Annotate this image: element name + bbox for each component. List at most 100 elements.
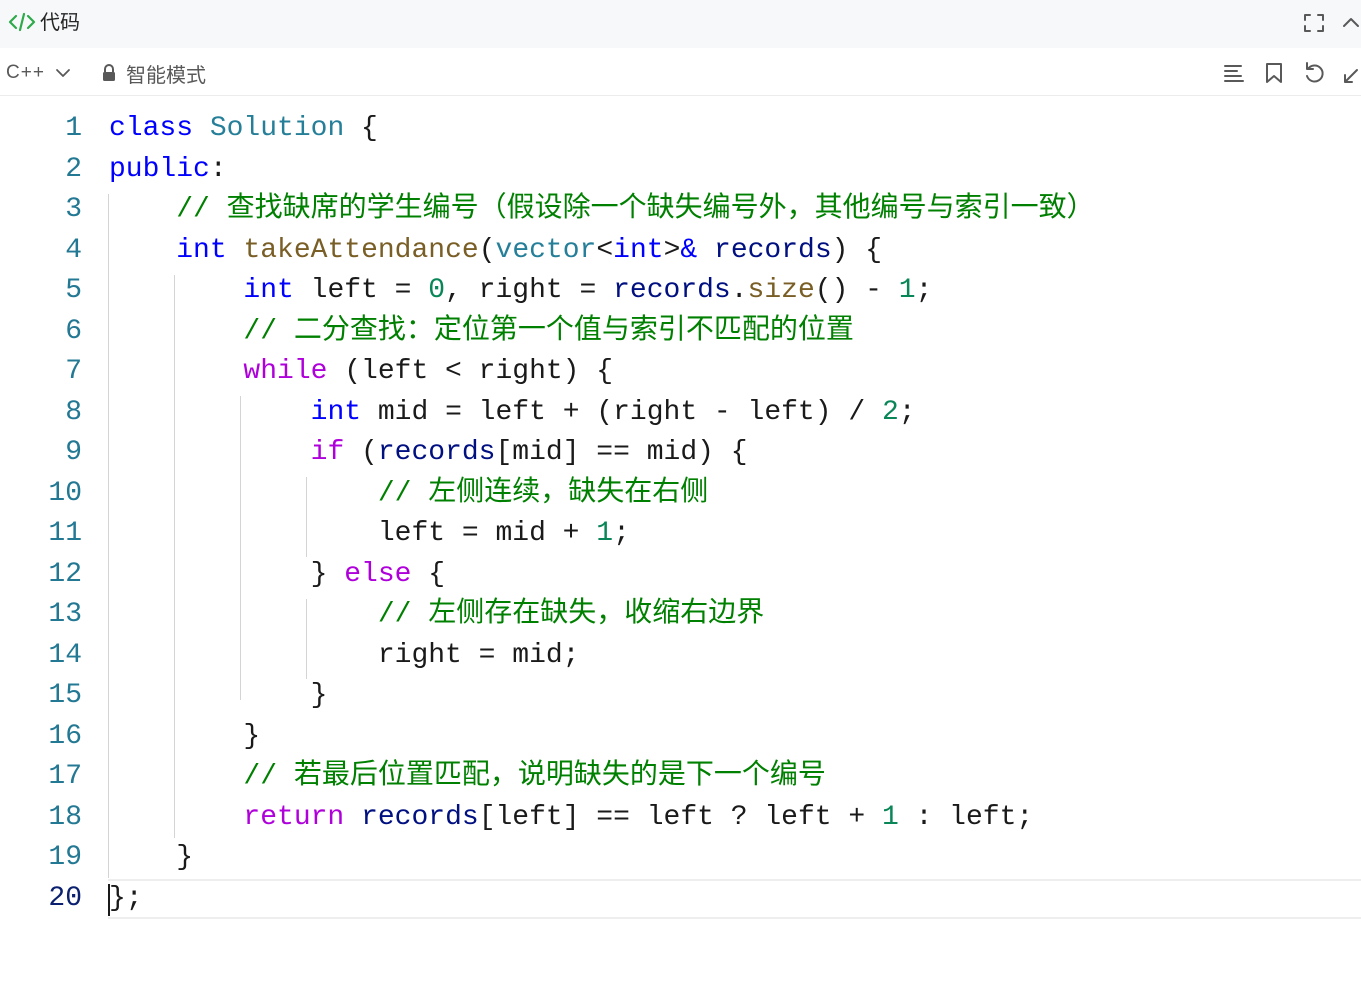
code-token: , right = — [445, 275, 614, 306]
line-code: } else { — [109, 555, 445, 595]
line-number: 11 — [48, 518, 82, 549]
code-token: ; — [898, 396, 916, 428]
code-line[interactable]: 7 while (left < right) { — [0, 352, 1361, 392]
code-token: left = — [293, 275, 429, 306]
code-token: (left < right) { — [327, 356, 614, 387]
code-token: ; — [613, 518, 630, 549]
editor-toolbar: C++ 智能模式 — [0, 48, 1361, 96]
code-line[interactable]: 1 class Solution { — [0, 109, 1361, 149]
code-token: { — [411, 558, 446, 590]
line-code: // 左侧存在缺失，收缩右边界 — [109, 595, 764, 635]
code-token: Solution — [209, 113, 345, 144]
code-line[interactable]: 14 right = mid; — [0, 636, 1361, 676]
code-line[interactable]: 4 int takeAttendance(vector<int>& record… — [0, 231, 1361, 271]
code-line[interactable]: 8 int mid = left + (right - left) / 2; — [0, 393, 1361, 433]
code-line[interactable]: 5 int left = 0, right = records.size() -… — [0, 271, 1361, 311]
code-token: ; — [915, 275, 933, 306]
line-number: 17 — [48, 761, 82, 792]
line-code: } — [109, 676, 328, 716]
code-token: int — [243, 275, 294, 306]
code-token: : — [209, 153, 227, 185]
format-lines-icon[interactable] — [1221, 60, 1247, 86]
code-token: { — [344, 113, 378, 144]
line-code: // 查找缺席的学生编号（假设除一个缺失编号外，其他编号与索引一致） — [109, 190, 1095, 230]
code-token: size — [747, 275, 815, 306]
code-token: 1 — [881, 801, 899, 833]
line-number: 2 — [65, 153, 82, 185]
line-code: int mid = left + (right - left) / 2; — [109, 393, 916, 433]
line-code: left = mid + 1; — [109, 514, 630, 554]
smart-mode-label: 智能模式 — [126, 64, 206, 87]
line-number: 16 — [48, 720, 82, 752]
language-select[interactable]: C++ — [6, 61, 73, 85]
line-number: 10 — [48, 477, 82, 509]
code-token: int — [310, 396, 362, 428]
code-line[interactable]: 6 // 二分查找：定位第一个值与索引不匹配的位置 — [0, 312, 1361, 352]
code-token: < — [596, 234, 614, 266]
code-token: } — [109, 558, 345, 590]
chevron-down-icon — [56, 69, 70, 77]
code-token: vector — [495, 234, 597, 266]
code-line[interactable]: 10 // 左侧连续，缺失在右侧 — [0, 474, 1361, 514]
code-token: mid = left + (right - left) / — [361, 396, 882, 428]
code-line[interactable]: 17 // 若最后位置匹配，说明缺失的是下一个编号 — [0, 757, 1361, 797]
code-line[interactable]: 11 left = mid + 1; — [0, 514, 1361, 554]
line-code: while (left < right) { — [109, 352, 613, 392]
code-token: } — [109, 680, 328, 711]
line-number: 4 — [65, 234, 82, 266]
expand-icon[interactable] — [1341, 60, 1361, 86]
code-token: } — [109, 720, 261, 752]
smart-mode-toggle[interactable]: 智能模式 — [100, 61, 206, 87]
bookmark-icon[interactable] — [1261, 60, 1287, 86]
lock-icon — [103, 64, 115, 81]
line-code: right = mid; — [109, 636, 580, 676]
code-token: ( — [344, 437, 378, 468]
code-token: 0 — [428, 275, 446, 306]
code-token: records — [361, 801, 479, 833]
window-title: 代码 — [40, 12, 80, 34]
code-token: // 查找缺席的学生编号（假设除一个缺失编号外，其他编号与索引一致） — [176, 194, 1095, 225]
code-line[interactable]: 12 } else { — [0, 555, 1361, 595]
code-editor[interactable]: 1 class Solution {2 public: 3 // 查找缺席的学生编号（… — [0, 96, 1361, 992]
code-line[interactable]: 3 // 查找缺席的学生编号（假设除一个缺失编号外，其他编号与索引一致） — [0, 190, 1361, 230]
line-code: int left = 0, right = records.size() - 1… — [109, 271, 932, 311]
line-number: 3 — [65, 194, 82, 225]
code-token: > — [663, 234, 681, 266]
fullscreen-icon[interactable] — [1300, 10, 1328, 36]
line-number: 8 — [65, 396, 82, 428]
code-token: // 左侧存在缺失，收缩右边界 — [377, 599, 765, 630]
line-code: // 二分查找：定位第一个值与索引不匹配的位置 — [109, 312, 853, 352]
code-token: 1 — [596, 518, 614, 549]
code-line[interactable]: 19 } — [0, 838, 1361, 878]
code-line[interactable]: 15 } — [0, 676, 1361, 716]
code-token: takeAttendance — [243, 234, 479, 266]
code-line[interactable]: 13 // 左侧存在缺失，收缩右边界 — [0, 595, 1361, 635]
code-line[interactable]: 2 public: — [0, 150, 1361, 190]
code-token: class — [109, 113, 194, 144]
code-token: } — [109, 842, 194, 873]
code-token: return — [243, 801, 345, 833]
line-number: 12 — [48, 558, 82, 590]
code-token: int — [176, 234, 227, 266]
code-token: records — [714, 234, 832, 266]
code-token: 1 — [898, 275, 916, 306]
undo-icon[interactable] — [1301, 60, 1327, 86]
code-line[interactable]: 9 if (records[mid] == mid) { — [0, 433, 1361, 473]
code-line[interactable]: 18 return records[left] == left ? left +… — [0, 798, 1361, 838]
code-token: [left] == left ? left + — [478, 801, 882, 833]
line-number: 14 — [48, 639, 82, 671]
chevron-up-icon[interactable] — [1340, 10, 1361, 36]
code-brackets-icon — [8, 12, 36, 32]
code-line[interactable]: 20}; — [0, 879, 1361, 919]
code-line[interactable]: 16 } — [0, 717, 1361, 757]
